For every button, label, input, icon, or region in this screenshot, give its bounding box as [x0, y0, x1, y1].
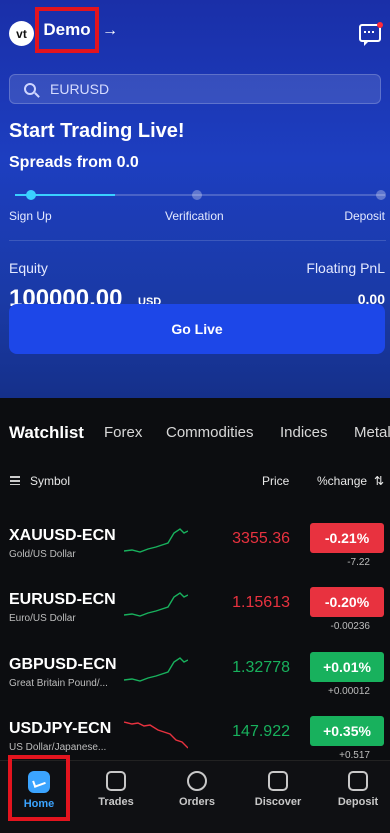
equity-label: Equity — [9, 260, 48, 276]
sort-chevron-icon[interactable]: ⇅ — [374, 474, 384, 488]
table-row[interactable]: GBPUSD-ECN Great Britain Pound/... 1.32778… — [0, 652, 390, 716]
sparkline-chart — [124, 528, 188, 553]
nav-trades[interactable]: Trades — [81, 771, 151, 808]
search-input[interactable]: EURUSD — [9, 74, 381, 104]
price-value: 147.922 — [232, 723, 290, 740]
table-row[interactable]: XAUUSD-ECN Gold/US Dollar 3355.36 -0.21% -7.… — [0, 523, 390, 587]
symbol-name: GBPUSD-ECN — [9, 656, 117, 673]
trades-icon — [106, 771, 126, 791]
symbol-name: XAUUSD-ECN — [9, 527, 116, 544]
floating-pnl-label: Floating PnL — [306, 260, 385, 276]
change-badge: -0.20% — [310, 587, 384, 617]
brand-logo: vt — [9, 21, 34, 46]
watchlist-tabs: Watchlist Forex Commodities Indices Meta… — [0, 416, 390, 450]
column-change[interactable]: %change — [317, 474, 367, 488]
price-value: 3355.36 — [232, 530, 290, 547]
nav-orders[interactable]: Orders — [162, 771, 232, 808]
search-icon — [24, 83, 36, 95]
top-bar: vt Demo → — [0, 0, 390, 66]
symbol-name: EURUSD-ECN — [9, 591, 116, 608]
table-row[interactable]: EURUSD-ECN Euro/US Dollar 1.15613 -0.20% -0.… — [0, 587, 390, 651]
account-hero-panel: vt Demo → EURUSD Start Trading Live! Spr… — [0, 0, 390, 398]
step-dot-verification — [192, 190, 202, 200]
symbol-name: USDJPY-ECN — [9, 720, 112, 737]
price-value: 1.15613 — [232, 594, 290, 611]
search-placeholder: EURUSD — [50, 81, 110, 97]
symbol-description: US Dollar/Japanese... — [9, 742, 107, 753]
change-absolute: +0.00012 — [328, 686, 370, 697]
tab-commodities[interactable]: Commodities — [166, 424, 254, 441]
step-label-deposit: Deposit — [344, 209, 385, 223]
deposit-icon — [348, 771, 368, 791]
sparkline-chart — [124, 657, 188, 682]
promo-subtitle: Spreads from 0.0 — [9, 154, 139, 171]
nav-deposit[interactable]: Deposit — [323, 771, 390, 808]
divider — [9, 240, 386, 241]
column-price[interactable]: Price — [262, 474, 289, 488]
tab-indices[interactable]: Indices — [280, 424, 328, 441]
nav-trades-label: Trades — [98, 796, 134, 808]
sparkline-chart — [124, 592, 188, 617]
tab-forex[interactable]: Forex — [104, 424, 142, 441]
change-badge: -0.21% — [310, 523, 384, 553]
symbol-description: Euro/US Dollar — [9, 613, 76, 624]
nav-discover[interactable]: Discover — [243, 771, 313, 808]
onboarding-stepper — [9, 186, 386, 204]
step-label-verification: Verification — [165, 209, 224, 223]
step-label-sign-up: Sign Up — [9, 209, 52, 223]
change-badge: +0.35% — [310, 716, 384, 746]
tab-watchlist[interactable]: Watchlist — [9, 423, 84, 443]
nav-deposit-label: Deposit — [337, 796, 379, 808]
messages-icon[interactable] — [359, 22, 383, 46]
tab-metal[interactable]: Metal — [354, 424, 390, 441]
change-badge: +0.01% — [310, 652, 384, 682]
list-view-icon[interactable] — [10, 476, 20, 485]
change-absolute: -0.00236 — [330, 621, 370, 632]
notification-badge — [377, 22, 383, 28]
nav-orders-label: Orders — [178, 796, 216, 808]
home-highlight-frame — [8, 755, 70, 821]
symbol-description: Gold/US Dollar — [9, 549, 76, 560]
change-absolute: -7.22 — [347, 557, 370, 568]
symbol-description: Great Britain Pound/... — [9, 678, 108, 689]
account-type-button[interactable]: Demo — [35, 7, 99, 53]
switch-account-arrow-icon[interactable]: → — [102, 22, 118, 40]
nav-discover-label: Discover — [254, 796, 302, 808]
column-symbol: Symbol — [30, 474, 71, 488]
step-dot-deposit — [376, 190, 386, 200]
promo-title: Start Trading Live! — [9, 120, 185, 142]
go-live-button[interactable]: Go Live — [9, 304, 385, 354]
sparkline-chart — [124, 721, 188, 749]
orders-icon — [187, 771, 207, 791]
price-value: 1.32778 — [232, 659, 290, 676]
discover-icon — [268, 771, 288, 791]
step-dot-sign-up — [26, 190, 36, 200]
